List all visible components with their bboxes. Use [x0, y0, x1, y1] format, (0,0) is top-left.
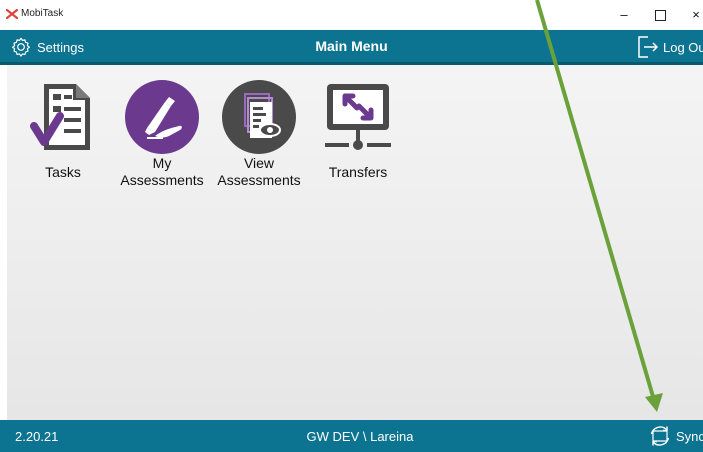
maximize-icon — [654, 10, 666, 22]
menu-item-label: Tasks — [45, 164, 81, 180]
monitor-transfer-icon — [325, 84, 391, 150]
maximize-button[interactable] — [648, 4, 672, 26]
logout-button[interactable]: Log Ou — [636, 34, 703, 60]
main-menu-panel: Tasks My Assessments View Assessments Tr… — [7, 65, 703, 420]
menu-item-label: View Assessments — [217, 155, 301, 188]
environment-user-label: GW DEV \ Lareina — [306, 429, 414, 444]
page-title: Main Menu — [315, 38, 388, 54]
pen-hand-icon — [125, 80, 199, 154]
minimize-button[interactable]: – — [612, 4, 636, 26]
window-titlebar: MobiTask – × — [0, 0, 703, 30]
sync-icon — [650, 426, 670, 446]
gear-icon — [11, 37, 31, 57]
menu-item-tasks[interactable]: Tasks — [17, 80, 109, 181]
header-bar: Settings Main Menu Log Ou — [0, 30, 703, 65]
menu-item-transfers[interactable]: Transfers — [312, 80, 404, 181]
close-button[interactable]: × — [684, 4, 703, 26]
task-checklist-icon — [30, 84, 90, 150]
logout-label: Log Ou — [663, 39, 703, 55]
mobitask-logo-icon — [6, 9, 18, 19]
menu-item-my-assessments[interactable]: My Assessments — [116, 80, 208, 189]
sync-label: Sync — [676, 428, 703, 444]
settings-button[interactable]: Settings — [10, 35, 84, 59]
status-bar: 2.20.21 GW DEV \ Lareina Sync — [0, 420, 703, 452]
document-eye-icon — [222, 80, 296, 154]
menu-item-label: My Assessments — [120, 155, 204, 188]
window-title: MobiTask — [21, 8, 64, 19]
menu-item-view-assessments[interactable]: View Assessments — [213, 80, 305, 189]
menu-item-label: Transfers — [328, 164, 388, 180]
logout-icon — [638, 36, 659, 58]
settings-label: Settings — [37, 39, 84, 55]
sync-button[interactable]: Sync — [648, 424, 703, 448]
